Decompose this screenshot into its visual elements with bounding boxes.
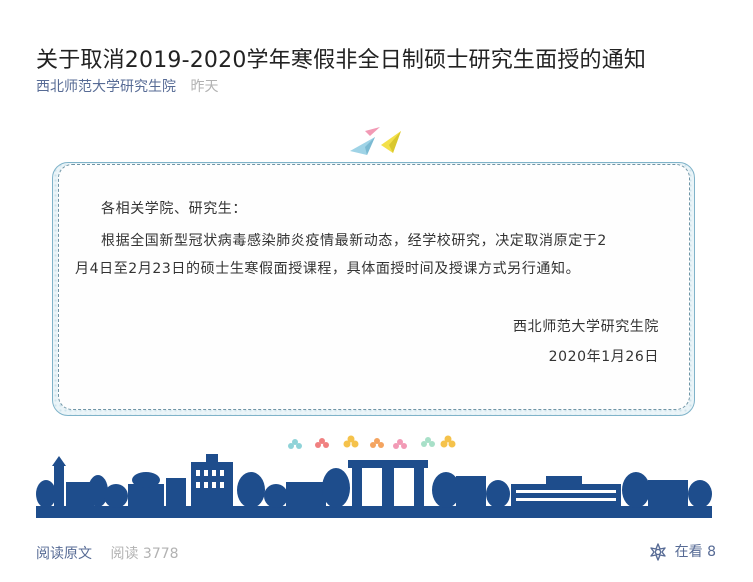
campus-skyline-illustration	[36, 454, 712, 518]
read-original-link[interactable]: 阅读原文	[36, 546, 92, 562]
article-footer: 阅读原文 阅读 3778 在看 8	[36, 543, 716, 563]
read-count: 阅读 3778	[110, 546, 178, 562]
article-meta: 西北师范大学研究生院 昨天	[36, 78, 218, 96]
notice-card: 各相关学院、研究生： 根据全国新型冠状病毒感染肺炎疫情最新动态，经学校研究，决定…	[58, 164, 690, 410]
notice-greeting: 各相关学院、研究生：	[101, 201, 247, 217]
publish-time: 昨天	[190, 79, 219, 95]
wow-icon	[649, 543, 666, 561]
read-count-label: 阅读	[110, 546, 139, 562]
account-name-link[interactable]: 西北师范大学研究生院	[36, 79, 176, 95]
notice-body-line-1: 根据全国新型冠状病毒感染肺炎疫情最新动态，经学校研究，决定取消原定于2	[101, 233, 607, 249]
wow-count: 8	[707, 544, 716, 560]
notice-body-line-2: 月4日至2月23日的硕士生寒假面授课程，具体面授时间及授课方式另行通知。	[75, 261, 581, 277]
notice-date: 2020年1月26日	[548, 349, 659, 365]
notice-signature: 西北师范大学研究生院	[513, 319, 659, 335]
article-title: 关于取消2019-2020学年寒假非全日制硕士研究生面授的通知	[36, 47, 647, 73]
paper-plane-icon	[350, 127, 401, 155]
wow-button[interactable]: 在看 8	[649, 543, 716, 561]
wow-label: 在看	[674, 544, 703, 560]
read-count-value: 3778	[142, 546, 179, 562]
